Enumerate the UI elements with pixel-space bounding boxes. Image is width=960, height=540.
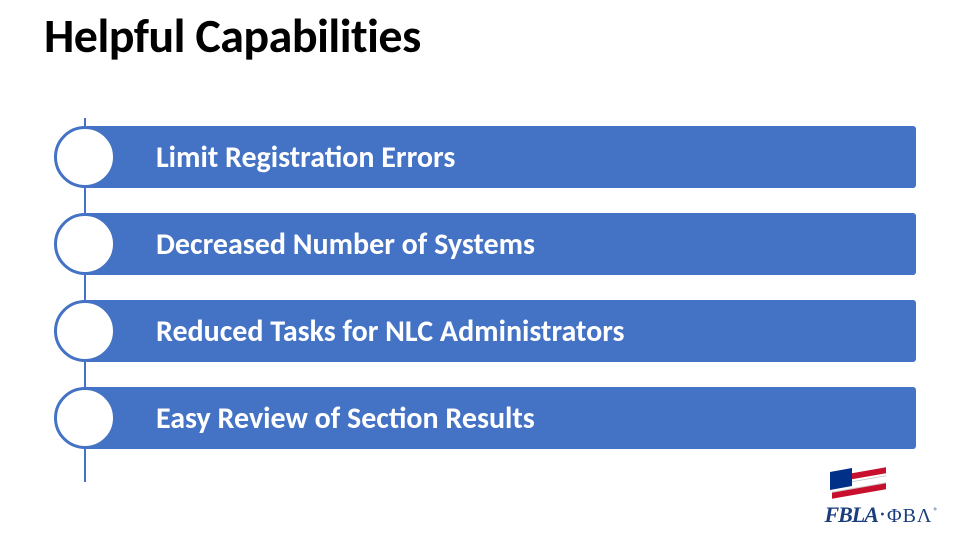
logo-text: FBLA·ΦΒΛ®: [788, 502, 938, 528]
list-item-bar: Decreased Number of Systems: [84, 213, 916, 275]
list-item: Decreased Number of Systems: [54, 213, 916, 275]
list-item-label: Easy Review of Section Results: [156, 400, 535, 437]
circle-bullet-icon: [54, 300, 116, 362]
list-item-label: Decreased Number of Systems: [156, 226, 535, 263]
logo-text-pbl: ΦΒΛ: [887, 505, 932, 527]
circle-bullet-icon: [54, 213, 116, 275]
list-item-bar: Limit Registration Errors: [84, 126, 916, 188]
flag-icon: [832, 472, 886, 502]
circle-bullet-icon: [54, 126, 116, 188]
list-item-bar: Easy Review of Section Results: [84, 387, 916, 449]
slide-title: Helpful Capabilities: [44, 6, 421, 65]
list-item-bar: Reduced Tasks for NLC Administrators: [84, 300, 916, 362]
list-item: Limit Registration Errors: [54, 126, 916, 188]
capabilities-list: Limit Registration Errors Decreased Numb…: [54, 126, 916, 474]
list-item-label: Limit Registration Errors: [156, 139, 455, 176]
logo-text-fbla: FBLA: [824, 502, 877, 527]
circle-bullet-icon: [54, 387, 116, 449]
list-item: Easy Review of Section Results: [54, 387, 916, 449]
list-item: Reduced Tasks for NLC Administrators: [54, 300, 916, 362]
list-item-label: Reduced Tasks for NLC Administrators: [156, 313, 625, 350]
fbla-pbl-logo: FBLA·ΦΒΛ®: [788, 472, 938, 530]
